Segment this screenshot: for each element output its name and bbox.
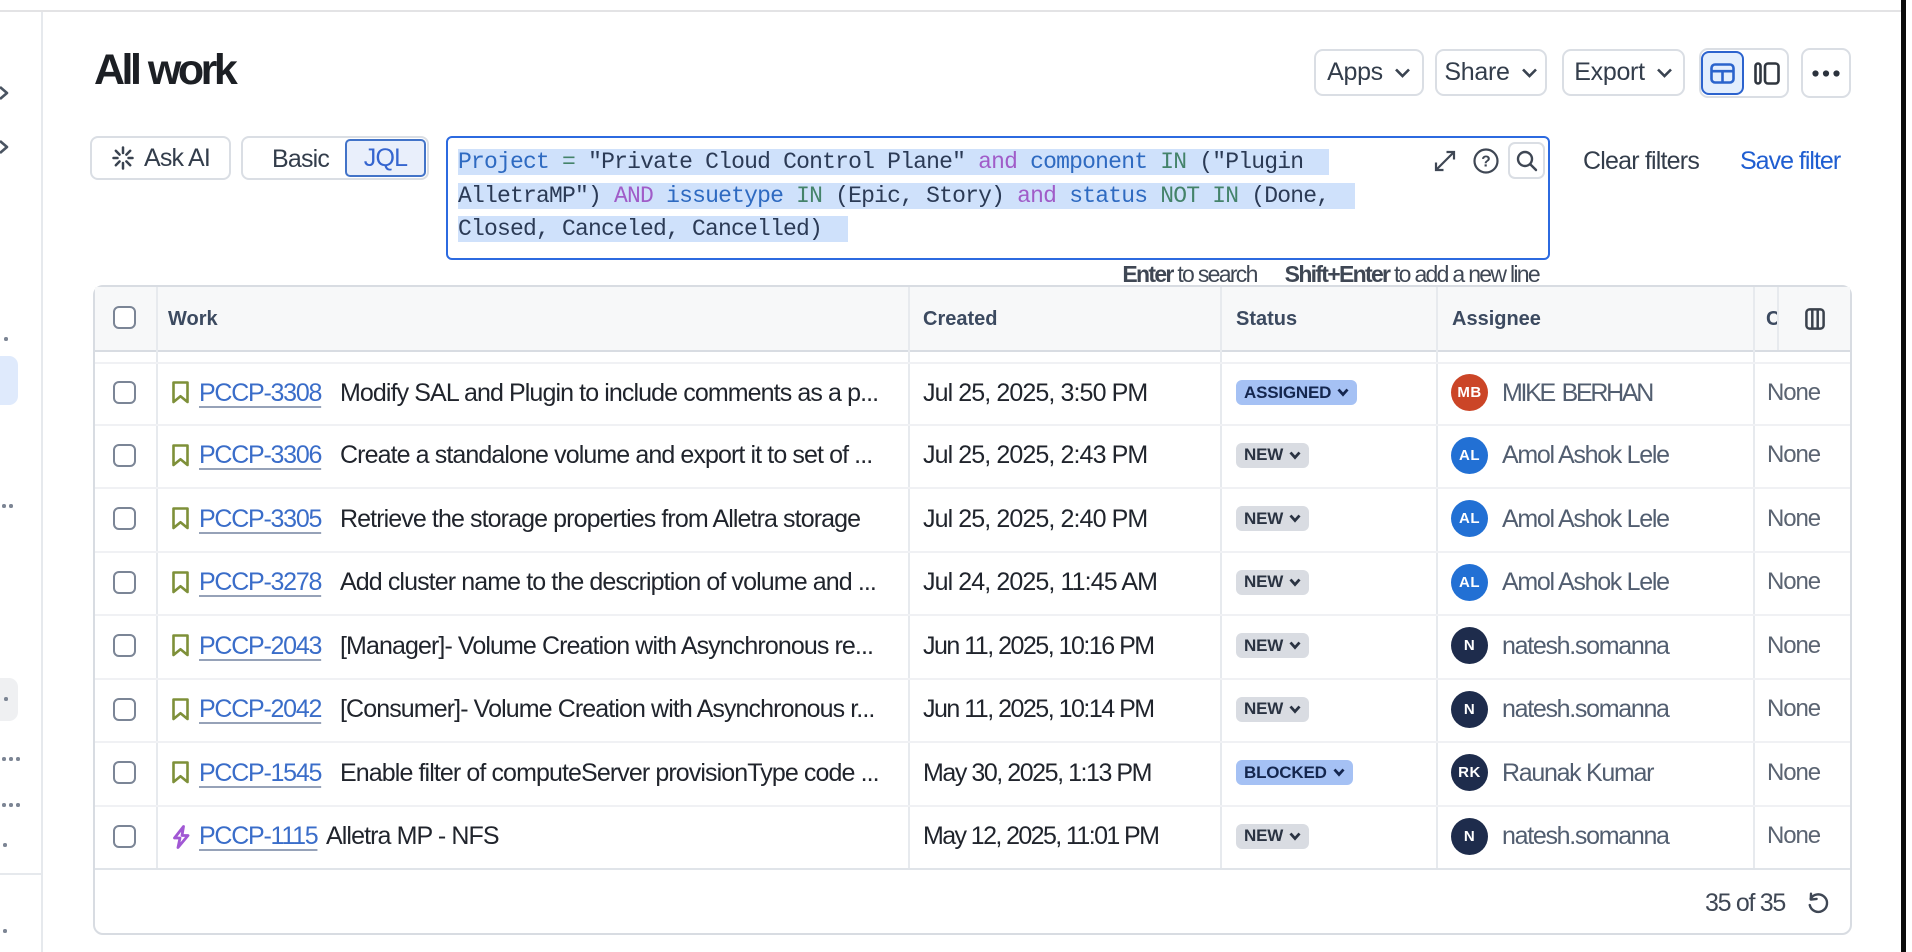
svg-text:?: ?	[1481, 154, 1490, 171]
